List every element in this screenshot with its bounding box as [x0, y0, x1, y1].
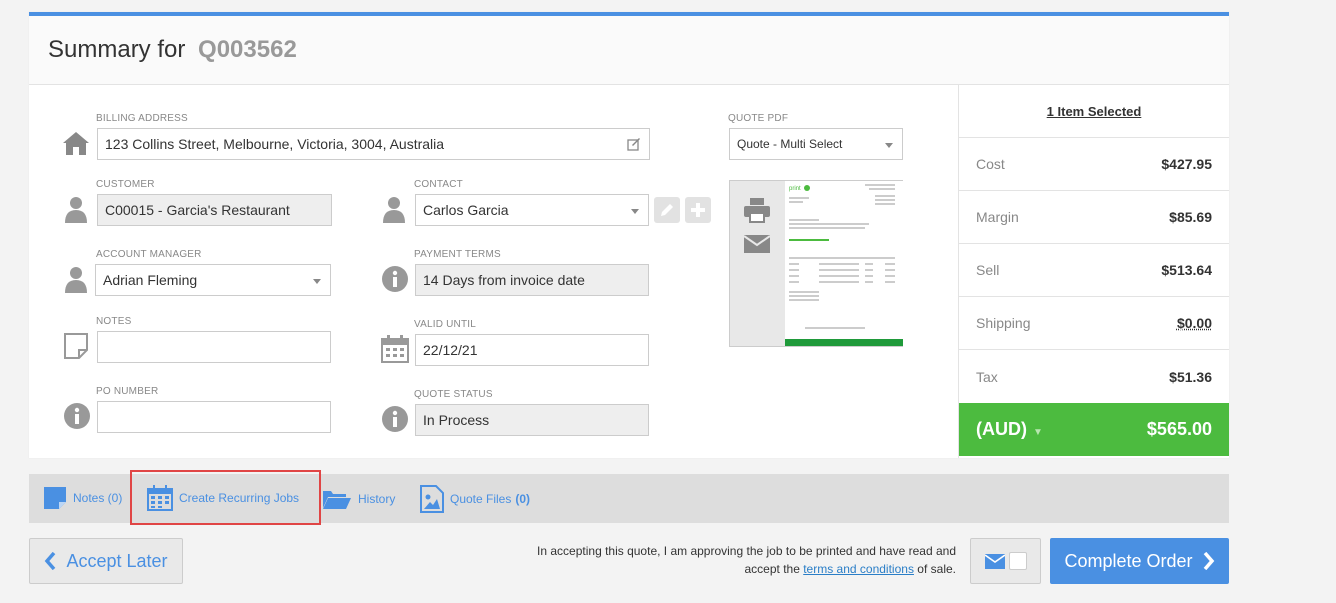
quote-status-label: QUOTE STATUS: [414, 389, 493, 400]
notes-input[interactable]: [97, 331, 331, 363]
cost-label: Cost: [976, 156, 1005, 172]
quote-status-field: In Process: [415, 404, 649, 436]
account-manager-value: Adrian Fleming: [103, 272, 198, 288]
valid-until-value: 22/12/21: [423, 342, 478, 358]
add-contact-button[interactable]: [685, 197, 711, 223]
billing-address-label: BILLING ADDRESS: [96, 113, 188, 124]
total-bar: (AUD) ▼ $565.00: [959, 403, 1229, 456]
quote-pdf-select[interactable]: Quote - Multi Select: [729, 128, 903, 160]
po-number-input[interactable]: [97, 401, 331, 433]
valid-until-input[interactable]: 22/12/21: [415, 334, 649, 366]
shipping-label: Shipping: [976, 315, 1031, 331]
pdf-page-thumbnail[interactable]: print: [785, 181, 903, 346]
contact-label: CONTACT: [414, 179, 463, 190]
email-icon: [984, 553, 1005, 569]
note-icon: [43, 486, 67, 510]
email-toggle-button[interactable]: [970, 538, 1041, 584]
calendar-icon: [380, 334, 410, 364]
email-checkbox[interactable]: [1008, 552, 1027, 570]
total-value: $565.00: [1146, 419, 1212, 439]
plus-icon: [690, 202, 706, 218]
edit-icon[interactable]: [627, 137, 641, 151]
image-file-icon: [420, 485, 444, 513]
items-selected-link[interactable]: 1 Item Selected: [959, 85, 1229, 138]
pdf-preview: print: [729, 180, 903, 347]
cost-row: Cost $427.95: [959, 138, 1229, 191]
page-title: Summary for Q003562: [48, 36, 297, 64]
notes-label: NOTES: [96, 316, 132, 327]
quote-pdf-label: QUOTE PDF: [728, 113, 789, 124]
accept-later-label: Accept Later: [66, 550, 168, 571]
tax-label: Tax: [976, 368, 998, 385]
pencil-icon: [659, 202, 675, 218]
edit-contact-button[interactable]: [654, 197, 680, 223]
quote-files-count: (0): [515, 492, 531, 506]
tab-quote-files-label: Quote Files: [450, 492, 512, 506]
sell-row: Sell $513.64: [959, 244, 1229, 297]
tab-notes[interactable]: Notes (0): [43, 486, 122, 510]
tab-notes-label: Notes (0): [73, 491, 123, 505]
account-manager-label: ACCOUNT MANAGER: [96, 249, 202, 260]
shipping-value[interactable]: $0.00: [1177, 315, 1212, 331]
currency-selector[interactable]: (AUD) ▼: [976, 419, 1043, 440]
tab-recurring-label: Create Recurring Jobs: [179, 491, 300, 505]
margin-row: Margin $85.69: [959, 191, 1229, 244]
caret-down-icon: ▼: [1033, 427, 1043, 438]
contact-select[interactable]: Carlos Garcia: [415, 194, 649, 226]
terms-text: In accepting this quote, I am approving …: [520, 542, 956, 578]
home-icon: [61, 128, 91, 158]
tax-value: $51.36: [1169, 368, 1212, 385]
svg-text:print: print: [789, 186, 801, 192]
sticky-note-icon: [61, 331, 91, 361]
payment-terms-value: 14 Days from invoice date: [423, 272, 585, 288]
info-icon: [380, 264, 410, 294]
totals-summary: 1 Item Selected Cost $427.95 Margin $85.…: [958, 85, 1229, 458]
payment-terms-field: 14 Days from invoice date: [415, 264, 649, 296]
tax-row: Tax $51.36: [959, 350, 1229, 403]
customer-value: C00015 - Garcia's Restaurant: [105, 202, 290, 218]
sell-value: $513.64: [1161, 262, 1212, 278]
contact-person-icon: [379, 194, 409, 224]
tab-history-label: History: [358, 492, 396, 506]
shipping-row: Shipping $0.00: [959, 297, 1229, 350]
envelope-icon[interactable]: [743, 234, 771, 254]
quote-pdf-value: Quote - Multi Select: [737, 137, 843, 151]
quote-id: Q003562: [198, 36, 297, 63]
status-info-icon: [380, 404, 410, 434]
customer-field: C00015 - Garcia's Restaurant: [97, 194, 332, 226]
recurring-calendar-icon: [147, 485, 173, 511]
complete-order-label: Complete Order: [1064, 550, 1193, 571]
pdf-actions: [730, 181, 785, 346]
accept-later-button[interactable]: Accept Later: [29, 538, 183, 584]
margin-value: $85.69: [1169, 209, 1212, 225]
contact-value: Carlos Garcia: [423, 202, 509, 218]
chevron-right-icon: [1203, 552, 1215, 570]
quote-status-value: In Process: [423, 412, 490, 428]
tab-create-recurring-jobs[interactable]: Create Recurring Jobs: [147, 485, 299, 511]
po-number-label: PO NUMBER: [96, 386, 159, 397]
sell-label: Sell: [976, 262, 1000, 278]
billing-address-value: 123 Collins Street, Melbourne, Victoria,…: [105, 136, 445, 152]
payment-terms-label: PAYMENT TERMS: [414, 249, 501, 260]
cost-value: $427.95: [1161, 156, 1212, 172]
customer-label: CUSTOMER: [96, 179, 155, 190]
valid-until-label: VALID UNTIL: [414, 319, 477, 330]
person-icon: [61, 194, 91, 224]
chevron-left-icon: [44, 552, 56, 570]
complete-order-button[interactable]: Complete Order: [1050, 538, 1229, 584]
printer-icon[interactable]: [743, 197, 771, 223]
account-manager-select[interactable]: Adrian Fleming: [95, 264, 331, 296]
terms-after: of sale.: [917, 562, 956, 576]
margin-label: Margin: [976, 209, 1019, 225]
folder-open-icon: [322, 488, 352, 510]
tab-history[interactable]: History: [322, 488, 395, 510]
currency-label: (AUD): [976, 419, 1027, 439]
panel-header: Summary for Q003562: [29, 16, 1229, 85]
billing-address-field[interactable]: 123 Collins Street, Melbourne, Victoria,…: [97, 128, 650, 160]
tab-quote-files[interactable]: Quote Files (0): [420, 485, 530, 513]
po-info-icon: [62, 401, 92, 431]
terms-link[interactable]: terms and conditions: [803, 562, 914, 576]
account-manager-icon: [61, 264, 91, 294]
title-prefix: Summary for: [48, 36, 186, 63]
